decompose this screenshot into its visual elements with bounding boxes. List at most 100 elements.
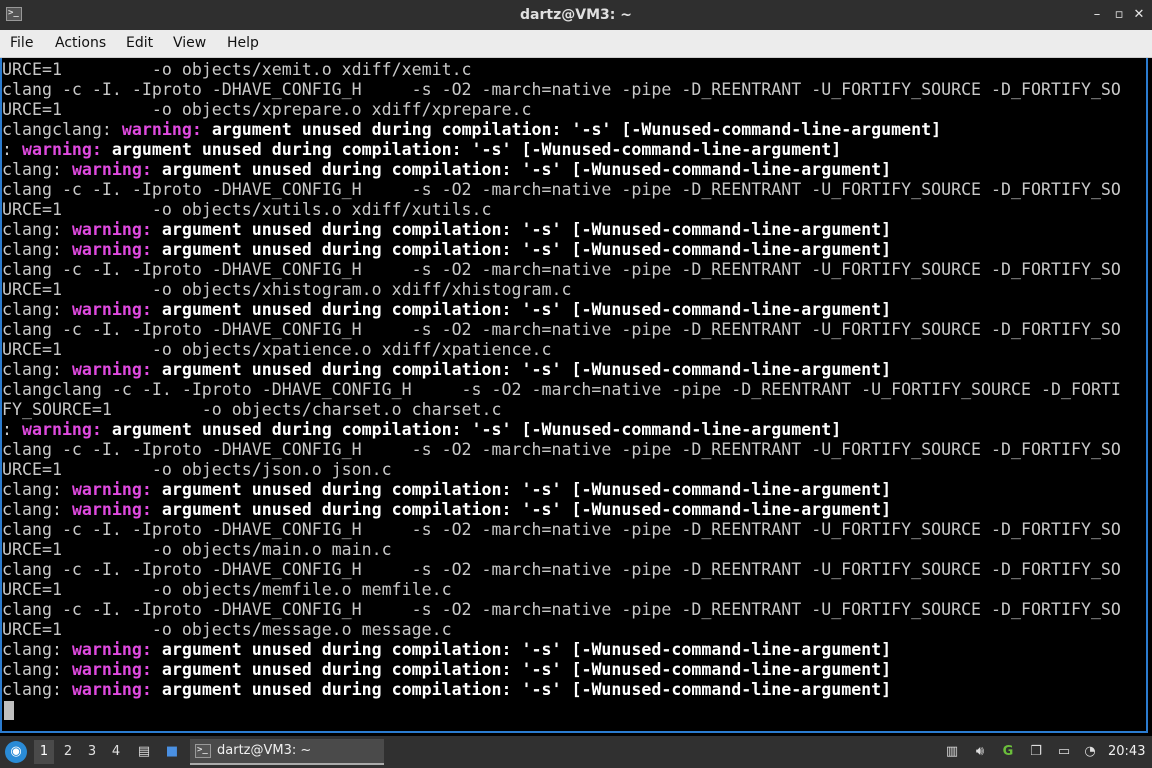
- terminal-line: clang: warning: argument unused during c…: [2, 680, 1148, 700]
- terminal-line: clang: warning: argument unused during c…: [2, 240, 1148, 260]
- terminal-line: URCE=1 -o objects/xemit.o xdiff/xemit.c: [2, 60, 1148, 80]
- warning-label: warning:: [71, 660, 162, 679]
- window-titlebar[interactable]: >_ dartz@VM3: ~ – ▫ ✕: [0, 0, 1152, 30]
- warning-label: warning:: [71, 680, 162, 699]
- terminal-cursor: [4, 701, 14, 720]
- terminal-text: clang:: [2, 300, 72, 319]
- task-terminal[interactable]: >_ dartz@VM3: ~: [190, 739, 384, 765]
- terminal-text: URCE=1 -o objects/xpatience.o xdiff/xpat…: [2, 340, 552, 359]
- terminal-line: : warning: argument unused during compil…: [2, 420, 1148, 440]
- terminal-text: URCE=1 -o objects/memfile.o memfile.c: [2, 580, 452, 599]
- close-icon[interactable]: ✕: [1130, 5, 1148, 25]
- menu-file[interactable]: File: [10, 30, 33, 57]
- terminal-line: clang -c -I. -Iproto -DHAVE_CONFIG_H -s …: [2, 600, 1148, 620]
- taskbar: ◉ 1 2 3 4 ▤ ■ >_ dartz@VM3: ~ ▥ 🔊︎ G ❐ ▭…: [0, 736, 1152, 768]
- window-title: dartz@VM3: ~: [520, 7, 632, 23]
- warning-label: warning:: [71, 500, 162, 519]
- minimize-icon[interactable]: –: [1088, 5, 1106, 25]
- terminal-line: clang -c -I. -Iproto -DHAVE_CONFIG_H -s …: [2, 80, 1148, 100]
- terminal-line: URCE=1 -o objects/xutils.o xdiff/xutils.…: [2, 200, 1148, 220]
- terminal-text: clang -c -I. -Iproto -DHAVE_CONFIG_H -s …: [2, 320, 1121, 339]
- terminal-text: argument unused during compilation: '-s'…: [161, 240, 892, 259]
- update-icon[interactable]: ◔: [1080, 742, 1100, 762]
- terminal-line: URCE=1 -o objects/message.o message.c: [2, 620, 1148, 640]
- start-menu-icon[interactable]: ◉: [5, 741, 27, 763]
- trash-icon[interactable]: ▥: [942, 742, 962, 762]
- terminal-text: clang:: [2, 500, 72, 519]
- file-manager-icon[interactable]: ▤: [134, 742, 154, 762]
- terminal-line: URCE=1 -o objects/main.o main.c: [2, 540, 1148, 560]
- terminal-line: clang -c -I. -Iproto -DHAVE_CONFIG_H -s …: [2, 320, 1148, 340]
- menu-edit[interactable]: Edit: [126, 30, 153, 57]
- terminal-text: argument unused during compilation: '-s'…: [161, 640, 892, 659]
- terminal-line: clang -c -I. -Iproto -DHAVE_CONFIG_H -s …: [2, 440, 1148, 460]
- warning-label: warning:: [71, 640, 162, 659]
- terminal-text: clang:: [2, 220, 72, 239]
- terminal-line: clang: warning: argument unused during c…: [2, 660, 1148, 680]
- terminal-line: clang: warning: argument unused during c…: [2, 640, 1148, 660]
- terminal-text: clangclang:: [2, 120, 122, 139]
- menu-view[interactable]: View: [173, 30, 206, 57]
- warning-label: warning:: [71, 160, 162, 179]
- maximize-icon[interactable]: ▫: [1110, 5, 1128, 25]
- workspace-4[interactable]: 4: [106, 740, 126, 764]
- terminal-text: argument unused during compilation: '-s'…: [161, 660, 892, 679]
- warning-label: warning:: [71, 240, 162, 259]
- terminal-text: clang -c -I. -Iproto -DHAVE_CONFIG_H -s …: [2, 520, 1121, 539]
- terminal-text: argument unused during compilation: '-s'…: [161, 160, 892, 179]
- volume-icon[interactable]: 🔊︎: [970, 742, 990, 762]
- workspace-2[interactable]: 2: [58, 740, 78, 764]
- terminal-text: argument unused during compilation: '-s'…: [161, 360, 892, 379]
- terminal-task-icon: >_: [195, 744, 211, 758]
- terminal-text: argument unused during compilation: '-s'…: [161, 680, 892, 699]
- menu-help[interactable]: Help: [227, 30, 259, 57]
- workspace-1[interactable]: 1: [34, 740, 54, 764]
- terminal-text: URCE=1 -o objects/xemit.o xdiff/xemit.c: [2, 60, 472, 79]
- terminal-line: : warning: argument unused during compil…: [2, 140, 1148, 160]
- show-desktop-icon[interactable]: ■: [162, 742, 182, 762]
- warning-label: warning:: [71, 360, 162, 379]
- terminal-text: URCE=1 -o objects/xprepare.o xdiff/xprep…: [2, 100, 532, 119]
- terminal-text: argument unused during compilation: '-s'…: [161, 220, 892, 239]
- terminal-text: argument unused during compilation: '-s'…: [161, 500, 892, 519]
- terminal-line: clang: warning: argument unused during c…: [2, 300, 1148, 320]
- terminal-text: argument unused during compilation: '-s'…: [211, 120, 942, 139]
- terminal-text: clang -c -I. -Iproto -DHAVE_CONFIG_H -s …: [2, 560, 1121, 579]
- terminal-text: URCE=1 -o objects/json.o json.c: [2, 460, 392, 479]
- terminal-text: FY_SOURCE=1 -o objects/charset.o charset…: [2, 400, 502, 419]
- terminal-text: :: [2, 420, 22, 439]
- warning-label: warning:: [21, 420, 112, 439]
- terminal-line: clang: warning: argument unused during c…: [2, 160, 1148, 180]
- clock: 20:43: [1108, 744, 1146, 759]
- terminal-text: clang:: [2, 660, 72, 679]
- task-label: dartz@VM3: ~: [217, 743, 312, 758]
- terminal-line: URCE=1 -o objects/json.o json.c: [2, 460, 1148, 480]
- terminal-line: clangclang -c -I. -Iproto -DHAVE_CONFIG_…: [2, 380, 1148, 400]
- terminal-text: argument unused during compilation: '-s'…: [161, 300, 892, 319]
- menu-bar: File Actions Edit View Help: [0, 30, 1152, 58]
- terminal-text: clang:: [2, 240, 72, 259]
- terminal-line: clang -c -I. -Iproto -DHAVE_CONFIG_H -s …: [2, 180, 1148, 200]
- terminal-text: clang -c -I. -Iproto -DHAVE_CONFIG_H -s …: [2, 440, 1121, 459]
- terminal-line: URCE=1 -o objects/xprepare.o xdiff/xprep…: [2, 100, 1148, 120]
- warning-label: warning:: [71, 220, 162, 239]
- terminal-line: clang: warning: argument unused during c…: [2, 480, 1148, 500]
- terminal-text: URCE=1 -o objects/message.o message.c: [2, 620, 452, 639]
- terminal-line: clang -c -I. -Iproto -DHAVE_CONFIG_H -s …: [2, 560, 1148, 580]
- terminal-text: clang:: [2, 160, 72, 179]
- terminal-line: clang: warning: argument unused during c…: [2, 360, 1148, 380]
- clipboard-icon[interactable]: ❐: [1026, 742, 1046, 762]
- workspace-3[interactable]: 3: [82, 740, 102, 764]
- terminal-output[interactable]: URCE=1 -o objects/xemit.o xdiff/xemit.c c…: [0, 58, 1148, 733]
- terminal-line: FY_SOURCE=1 -o objects/charset.o charset…: [2, 400, 1148, 420]
- terminal-line: URCE=1 -o objects/xpatience.o xdiff/xpat…: [2, 340, 1148, 360]
- terminal-text: clang:: [2, 640, 72, 659]
- terminal-text: URCE=1 -o objects/main.o main.c: [2, 540, 392, 559]
- terminal-text: clang:: [2, 680, 72, 699]
- terminal-text: clang:: [2, 480, 72, 499]
- display-icon[interactable]: ▭: [1054, 742, 1074, 762]
- menu-actions[interactable]: Actions: [55, 30, 106, 57]
- warning-label: warning:: [71, 300, 162, 319]
- network-icon[interactable]: G: [998, 742, 1018, 762]
- terminal-line: URCE=1 -o objects/xhistogram.o xdiff/xhi…: [2, 280, 1148, 300]
